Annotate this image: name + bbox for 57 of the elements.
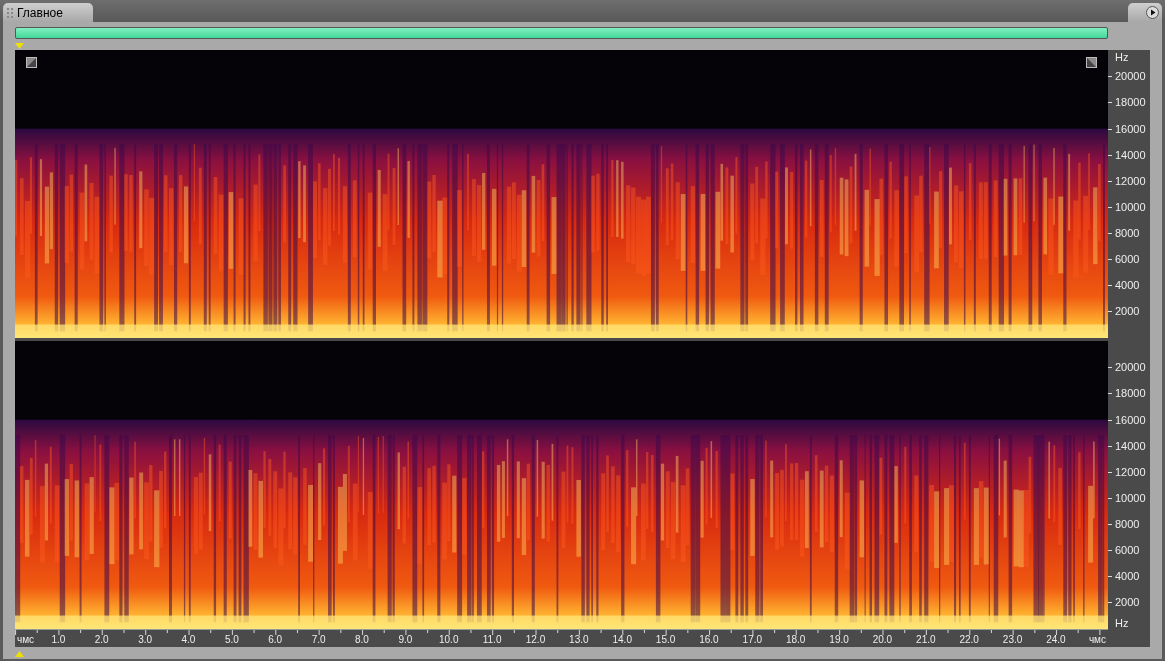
corner-toggle-icon[interactable] — [1086, 57, 1097, 68]
frequency-label: 18000 — [1115, 388, 1146, 400]
frequency-label: 20000 — [1115, 362, 1146, 374]
time-label: 3.0 — [138, 635, 153, 645]
frequency-label: 14000 — [1115, 440, 1146, 452]
frequency-label: 6000 — [1115, 545, 1140, 557]
time-unit: чмс — [17, 635, 35, 645]
time-label: 23.0 — [1002, 635, 1023, 645]
time-label: 12.0 — [525, 635, 546, 645]
corner-toggle-icon[interactable] — [26, 57, 37, 68]
time-label: 24.0 — [1046, 635, 1066, 645]
time-label: 15.0 — [655, 635, 676, 645]
frequency-label: 16000 — [1115, 414, 1146, 426]
frequency-label: 8000 — [1115, 519, 1140, 530]
frequency-label: 4000 — [1115, 571, 1140, 583]
frequency-unit: Hz — [1115, 618, 1129, 629]
time-label: 5.0 — [224, 635, 239, 645]
grip-icon — [7, 7, 14, 18]
time-label: 18.0 — [785, 635, 806, 645]
frequency-label: 20000 — [1115, 71, 1146, 83]
frequency-label: 10000 — [1115, 492, 1146, 504]
time-label: 6.0 — [268, 635, 283, 645]
time-label: 7.0 — [311, 635, 326, 645]
frequency-label: 2000 — [1115, 306, 1140, 318]
time-label: 10.0 — [439, 635, 459, 645]
end-marker-icon[interactable] — [15, 651, 24, 657]
time-label: 2.0 — [94, 635, 109, 645]
frequency-label: 8000 — [1115, 228, 1140, 239]
overview-bar[interactable] — [15, 27, 1108, 39]
frequency-label: 10000 — [1115, 201, 1146, 213]
frequency-label: 12000 — [1115, 175, 1146, 187]
time-label: 20.0 — [872, 635, 893, 645]
frequency-label: 2000 — [1115, 597, 1140, 609]
time-label: 13.0 — [569, 635, 589, 645]
time-label: 21.0 — [916, 635, 936, 645]
time-label: 16.0 — [699, 635, 719, 645]
time-label: 1.0 — [51, 635, 66, 645]
frequency-unit: Hz — [1115, 52, 1129, 63]
time-label: 4.0 — [181, 635, 196, 645]
tab-title: Главное — [17, 4, 63, 22]
time-label: 22.0 — [959, 635, 979, 645]
panel-menu-button[interactable] — [1128, 3, 1162, 22]
panel-tab[interactable]: Главное — [3, 3, 93, 22]
time-label: 14.0 — [612, 635, 632, 645]
frequency-label: 6000 — [1115, 254, 1140, 266]
time-label: 11.0 — [482, 635, 502, 645]
time-label: 19.0 — [829, 635, 849, 645]
frequency-label: 12000 — [1115, 466, 1146, 478]
time-label: 17.0 — [742, 635, 763, 645]
time-label: 9.0 — [398, 635, 413, 645]
frequency-label: 18000 — [1115, 97, 1146, 109]
frequency-label: 16000 — [1115, 123, 1146, 135]
frequency-label: 14000 — [1115, 149, 1146, 161]
frequency-label: 4000 — [1115, 280, 1140, 292]
time-unit: чмс — [1088, 635, 1106, 645]
time-label: 8.0 — [355, 635, 369, 645]
play-icon — [1146, 6, 1159, 19]
